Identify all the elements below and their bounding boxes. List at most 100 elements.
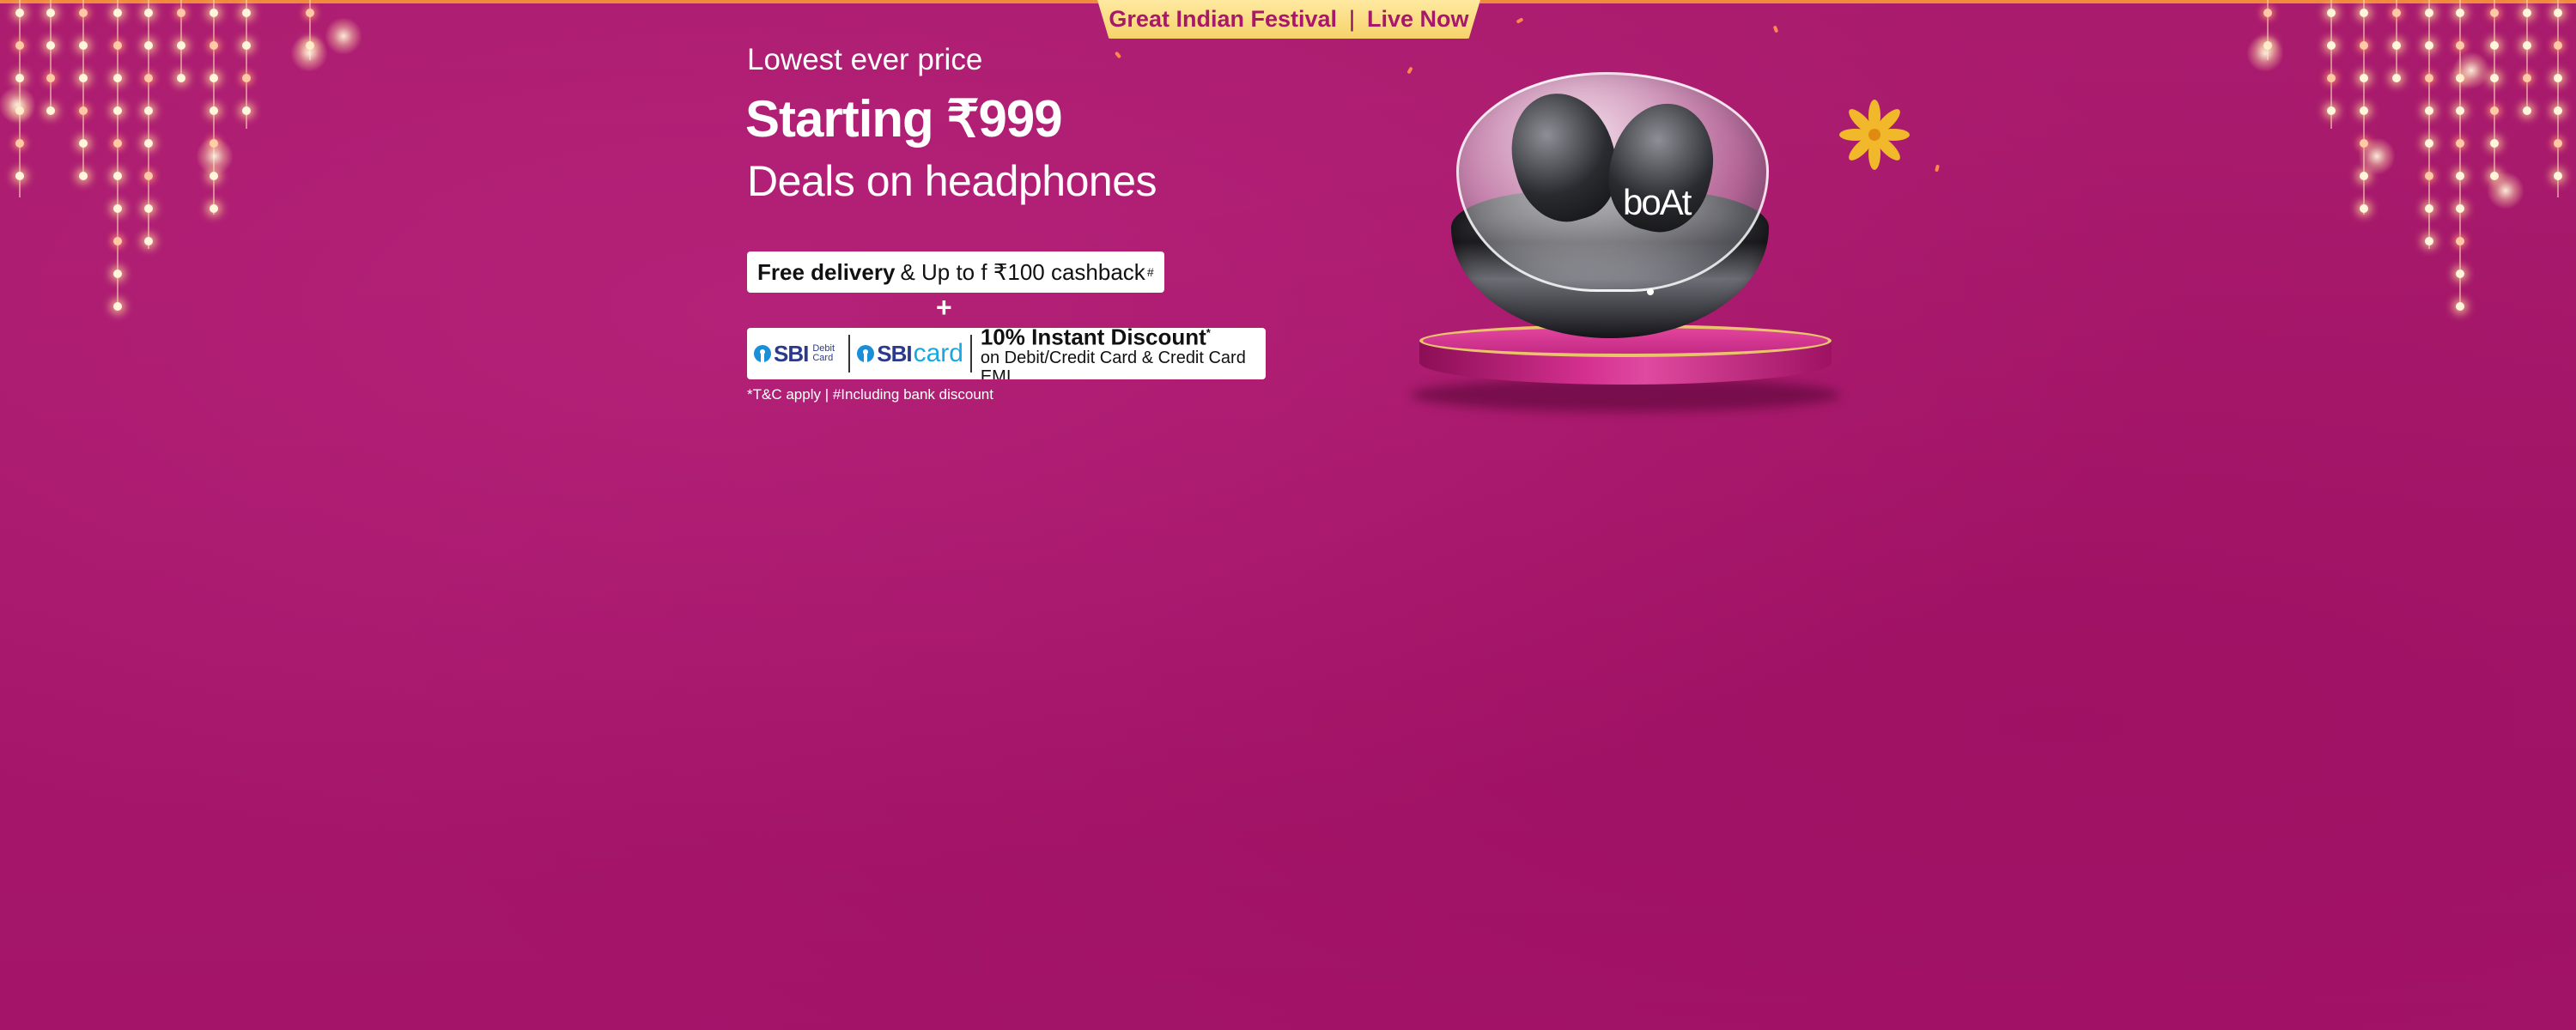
light-bulb [2490,139,2499,148]
marigold-flower-icon [1836,96,1913,173]
light-strand [2494,0,2495,180]
discount-footnote-mark: * [1206,328,1211,339]
light-bulb [79,106,88,115]
festival-status: Live Now [1367,6,1469,32]
light-bulb [177,9,185,17]
light-bulb [2554,74,2562,82]
light-bulb [2456,9,2464,17]
light-bulb [113,204,122,213]
light-bulb [113,270,122,278]
light-bulb [2554,9,2562,17]
light-bulb [242,9,251,17]
light-bulb [144,139,153,148]
light-bulb [210,74,218,82]
light-bulb [113,41,122,50]
light-bulb [144,9,153,17]
discount-headline: 10% Instant Discount* [981,328,1266,348]
light-bulb [2523,9,2531,17]
light-bulb [79,139,88,148]
light-bulb [242,106,251,115]
light-bulb [113,139,122,148]
light-bulb [2490,74,2499,82]
light-bulb [242,74,251,82]
light-bulb [2392,9,2401,17]
light-bulb [144,204,153,213]
light-bulb [2456,204,2464,213]
sbi-wordmark: SBI [774,340,809,367]
light-bulb [46,106,55,115]
sbi-debit-logo: SBI Debit Card [747,341,841,367]
light-bulb [2554,139,2562,148]
light-bulb [2360,41,2368,50]
light-bulb [2456,237,2464,245]
light-bulb [15,9,24,17]
light-glow [2358,137,2396,175]
light-bulb [113,237,122,245]
debit-card-label: Debit Card [812,343,835,363]
light-bulb [2523,74,2531,82]
light-bulb [144,172,153,180]
light-glow [196,137,234,175]
festival-ribbon[interactable]: Great Indian Festival | Live Now [1097,0,1480,39]
light-bulb [2425,204,2433,213]
light-bulb [46,9,55,17]
light-bulb [2360,172,2368,180]
light-bulb [2456,270,2464,278]
light-bulb [46,74,55,82]
light-bulb [2360,9,2368,17]
offer-price: Starting ₹999 [745,90,1063,148]
bank-offer-badge: SBI Debit Card SBI card 10% Instant Disc… [747,328,1266,379]
light-bulb [113,74,122,82]
delivery-cashback-text: & Up to f ₹100 cashback [900,258,1145,285]
light-bulb [2392,74,2401,82]
light-bulb [210,106,218,115]
discount-headline-text: 10% Instant Discount [980,328,1206,350]
delivery-bold-text: Free delivery [757,258,896,285]
case-led-indicator [1647,288,1654,295]
light-bulb [2425,41,2433,50]
light-bulb [2425,237,2433,245]
light-bulb [2490,41,2499,50]
light-bulb [15,41,24,50]
light-bulb [2425,172,2433,180]
festival-name: Great Indian Festival [1109,6,1338,32]
light-bulb [2554,106,2562,115]
light-bulb [2456,172,2464,180]
light-glow [2246,34,2284,72]
light-bulb [2327,41,2336,50]
discount-subtext: on Debit/Credit Card & Credit Card EMI [980,348,1246,379]
ribbon-separator: | [1349,6,1356,32]
light-bulb [2327,74,2336,82]
light-bulb [177,41,185,50]
light-bulb [2456,139,2464,148]
logo-divider [848,335,851,373]
light-bulb [2360,74,2368,82]
light-bulb [2456,302,2464,311]
offer-category: Deals on headphones [747,157,1157,205]
light-bulb [15,139,24,148]
light-bulb [2263,9,2272,17]
light-bulb [113,9,122,17]
light-glow [2487,172,2524,209]
light-bulb [144,237,153,245]
light-bulb [2425,9,2433,17]
plus-sign: + [936,292,952,323]
light-bulb [144,106,153,115]
light-strand [2557,0,2559,197]
light-bulb [46,41,55,50]
discount-text: 10% Instant Discount* on Debit/Credit Ca… [981,328,1266,379]
light-bulb [2523,41,2531,50]
light-bulb [210,204,218,213]
light-bulb [2425,74,2433,82]
light-bulb [15,74,24,82]
boat-brand-logo: boAt [1623,182,1692,222]
light-bulb [2360,106,2368,115]
light-glow [0,86,36,124]
light-bulb [306,9,314,17]
light-bulb [2425,106,2433,115]
light-bulb [2490,106,2499,115]
earbuds-product-image[interactable]: boAt [1451,72,1769,338]
logo-divider [969,335,972,373]
sbi-icon [857,345,875,362]
light-bulb [144,74,153,82]
